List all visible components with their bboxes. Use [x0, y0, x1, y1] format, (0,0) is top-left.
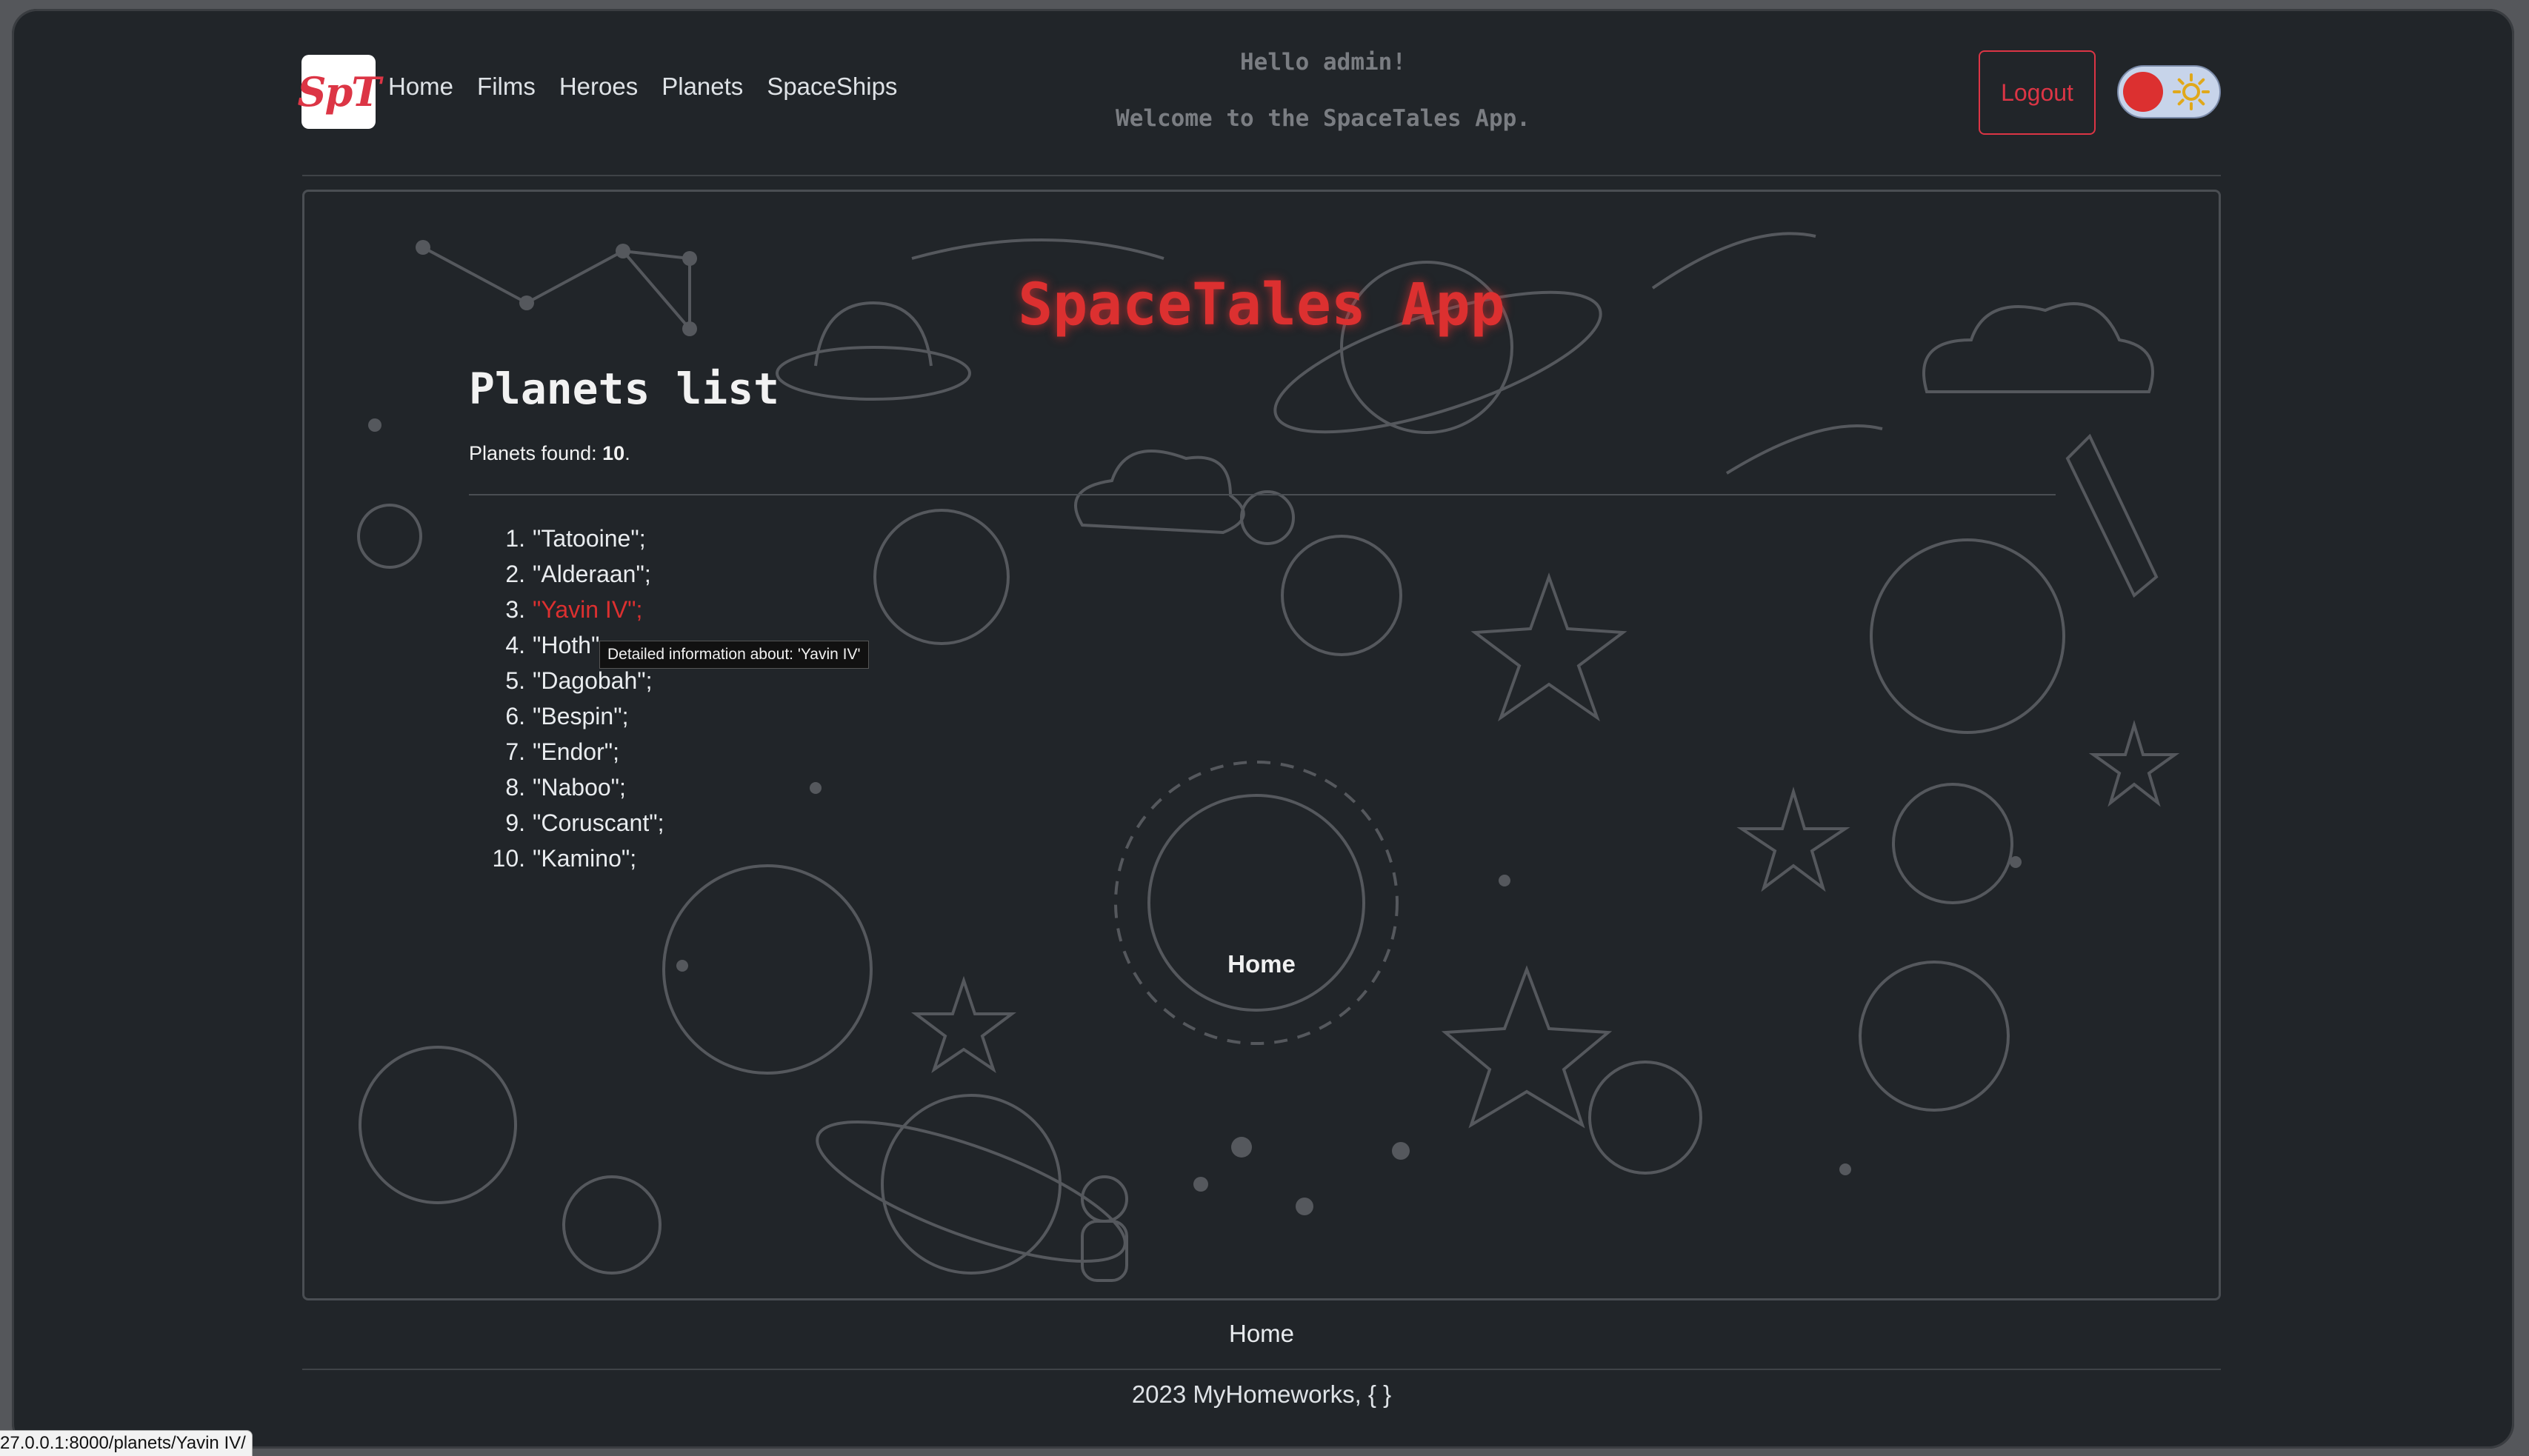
- planet-number: 8.: [505, 774, 525, 801]
- planet-number: 7.: [505, 738, 525, 765]
- planet-number: 10.: [492, 845, 525, 872]
- planet-item: 1. "Tatooine";: [478, 521, 664, 556]
- footer-divider: [302, 1369, 2221, 1370]
- planet-item-hovered: 3. "Yavin IV";: [478, 592, 664, 627]
- sun-icon: [2173, 73, 2210, 110]
- planet-link[interactable]: "Endor";: [533, 738, 619, 765]
- planet-link[interactable]: "Coruscant";: [533, 809, 664, 836]
- planet-number: 5.: [505, 667, 525, 694]
- logo-text: SpT: [297, 68, 381, 116]
- planet-link[interactable]: "Dagobah";: [533, 667, 653, 694]
- card-home-label[interactable]: Home: [304, 950, 2219, 978]
- planet-number: 4.: [505, 632, 525, 658]
- planet-link[interactable]: "Tatooine";: [533, 525, 646, 552]
- nav-home[interactable]: Home: [388, 73, 453, 101]
- found-suffix: .: [624, 442, 630, 464]
- main-nav: Home Films Heroes Planets SpaceShips: [388, 73, 897, 101]
- planet-link[interactable]: "Alderaan";: [533, 561, 651, 587]
- app-title: SpaceTales App: [1018, 272, 1505, 338]
- nav-films[interactable]: Films: [477, 73, 536, 101]
- planet-number: 9.: [505, 809, 525, 836]
- planet-tooltip: Detailed information about: 'Yavin IV': [599, 641, 869, 669]
- app-logo[interactable]: SpT: [298, 55, 381, 129]
- found-label: Planets found:: [469, 442, 603, 464]
- page-title: Planets list: [469, 364, 780, 414]
- planets-list: 1. "Tatooine"; 2. "Alderaan"; 3. "Yavin IV"…: [478, 521, 664, 876]
- nav-spaceships[interactable]: SpaceShips: [767, 73, 897, 101]
- planet-number: 6.: [505, 703, 525, 729]
- planet-link[interactable]: "Hoth": [533, 632, 599, 658]
- nav-planets[interactable]: Planets: [662, 73, 743, 101]
- list-divider: [469, 494, 2056, 495]
- header-divider: [302, 175, 2221, 176]
- planet-item: 6. "Bespin";: [478, 698, 664, 734]
- footer-home-link[interactable]: Home: [302, 1320, 2221, 1348]
- found-count: 10: [602, 442, 625, 464]
- planet-number: 2.: [505, 561, 525, 587]
- toggle-knob: [2123, 72, 2163, 112]
- planet-item: 9. "Coruscant";: [478, 805, 664, 841]
- logout-button[interactable]: Logout: [1979, 50, 2096, 135]
- planet-link[interactable]: "Yavin IV";: [533, 596, 642, 623]
- planet-item: 8. "Naboo";: [478, 769, 664, 805]
- greeting-hello: Hello admin!: [1240, 49, 1406, 76]
- planet-link[interactable]: "Kamino";: [533, 845, 636, 872]
- planet-link[interactable]: "Bespin";: [533, 703, 628, 729]
- planet-link[interactable]: "Naboo";: [533, 774, 626, 801]
- planet-number: 3.: [505, 596, 525, 623]
- planet-item: 7. "Endor";: [478, 734, 664, 769]
- main-card: SpaceTales App Planets list Planets foun…: [302, 190, 2221, 1300]
- theme-toggle[interactable]: [2117, 65, 2221, 118]
- copyright-text: 2023 MyHomeworks, { }: [1131, 1380, 1392, 1408]
- planet-item: 2. "Alderaan";: [478, 556, 664, 592]
- planet-number: 1.: [505, 525, 525, 552]
- planet-item: 10. "Kamino";: [478, 841, 664, 876]
- status-bar-url: 27.0.0.1:8000/planets/Yavin IV/: [0, 1430, 253, 1456]
- browser-window: SpT Home Films Heroes Planets SpaceShips…: [12, 9, 2514, 1449]
- planets-found-text: Planets found: 10.: [469, 442, 630, 465]
- greeting-welcome: Welcome to the SpaceTales App.: [1116, 105, 1530, 132]
- nav-heroes[interactable]: Heroes: [559, 73, 638, 101]
